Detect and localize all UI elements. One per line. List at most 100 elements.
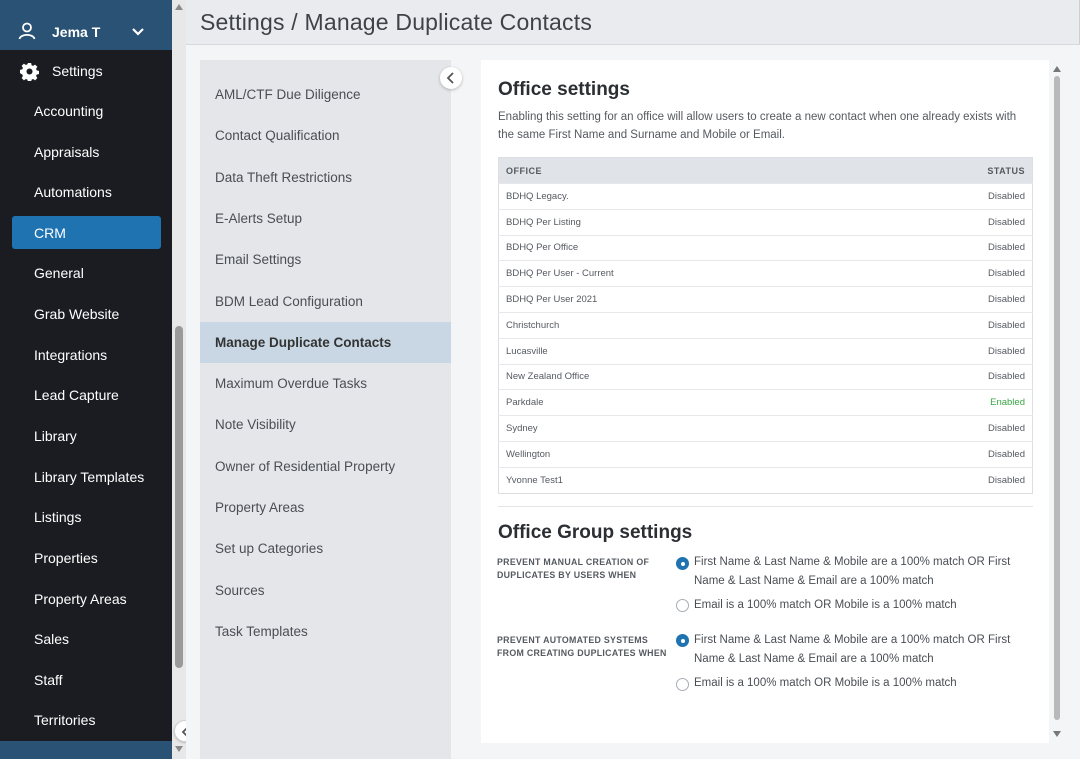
settings-nav-item-owner-of-residential-property[interactable]: Owner of Residential Property [200,446,451,487]
office-name: BDHQ Per Listing [498,208,867,236]
scrollbar-thumb[interactable] [1054,76,1060,720]
office-status[interactable]: Disabled [866,234,1033,261]
scroll-down-icon[interactable] [175,746,183,752]
settings-nav-item-set-up-categories[interactable]: Set up Categories [200,528,451,569]
settings-label: Settings [52,63,103,79]
office-settings-description: Enabling this setting for an office will… [498,111,1017,141]
office-name: BDHQ Per User 2021 [498,286,867,313]
help-center-strip[interactable] [0,741,172,759]
scrollbar-thumb[interactable] [175,326,183,668]
radio-label-automated-option-1: First Name & Last Name & Mobile are a 10… [694,634,1011,665]
sidebar-item-library[interactable]: Library [12,419,161,452]
column-header-status: STATUS [866,157,1033,184]
settings-nav-item-manage-duplicate-contacts[interactable]: Manage Duplicate Contacts [200,321,451,363]
table-row: Lucasville Disabled [498,337,1033,365]
chevron-left-icon [446,72,454,84]
office-group-settings-heading: Office Group settings [498,522,693,543]
settings-nav-item-contact-qualification[interactable]: Contact Qualification [200,115,451,156]
settings-nav-item-property-areas[interactable]: Property Areas [200,487,451,528]
office-status[interactable]: Disabled [866,415,1033,442]
sidebar-item-lead-capture[interactable]: Lead Capture [12,378,161,411]
office-name: Yvonne Test1 [498,466,867,494]
table-row: BDHQ Per User - Current Disabled [498,260,1033,287]
office-name: Parkdale [498,389,867,416]
radio-automated-option-2[interactable] [676,678,689,691]
settings-nav-item-aml-ctf-due-diligence[interactable]: AML/CTF Due Diligence [200,74,451,115]
table-row: New Zealand Office Disabled [498,363,1033,390]
settings-nav-item-sources[interactable]: Sources [200,570,451,611]
office-status[interactable]: Disabled [866,337,1033,365]
sidebar-item-automations[interactable]: Automations [12,175,161,208]
table-row: Parkdale Enabled [498,389,1033,416]
table-row: BDHQ Per Office Disabled [498,234,1033,261]
sidebar: Jema T Settings Accounting Appraisals Auto… [0,0,172,759]
content-scrollbar[interactable] [1052,60,1064,743]
office-name: BDHQ Per Office [498,234,867,261]
office-status[interactable]: Disabled [866,208,1033,236]
sidebar-scrollbar[interactable] [172,0,186,759]
scroll-up-icon[interactable] [175,4,183,10]
office-status[interactable]: Disabled [866,260,1033,287]
settings-nav-item-maximum-overdue-tasks[interactable]: Maximum Overdue Tasks [200,363,451,404]
secondary-nav: AML/CTF Due Diligence Contact Qualificati… [200,60,451,759]
sidebar-item-property-areas[interactable]: Property Areas [12,582,161,615]
settings-nav-item-email-settings[interactable]: Email Settings [200,239,451,280]
settings-nav-item-note-visibility[interactable]: Note Visibility [200,404,451,445]
radio-label-manual-option-1: First Name & Last Name & Mobile are a 10… [694,556,1011,587]
sidebar-item-crm[interactable]: CRM [12,216,161,249]
column-header-office: OFFICE [498,157,867,184]
sidebar-item-appraisals[interactable]: Appraisals [12,135,161,168]
sidebar-item-integrations[interactable]: Integrations [12,338,161,371]
office-table: OFFICE STATUS BDHQ Legacy. Disabled BDHQ P… [498,157,1033,494]
radio-manual-option-2[interactable] [676,599,689,612]
office-status[interactable]: Disabled [866,286,1033,313]
settings-nav-item-data-theft-restrictions[interactable]: Data Theft Restrictions [200,157,451,198]
table-row: BDHQ Per Listing Disabled [498,208,1033,236]
office-settings-heading: Office settings [498,79,630,100]
settings-menu[interactable]: Settings [0,54,172,88]
table-row: BDHQ Legacy. Disabled [498,183,1033,210]
sidebar-item-library-templates[interactable]: Library Templates [12,460,161,493]
office-status[interactable]: Disabled [866,363,1033,390]
collapse-secondary-nav-button[interactable] [440,67,462,89]
content-card: Office settings Enabling this setting fo… [481,60,1049,743]
table-row: Christchurch Disabled [498,311,1033,339]
table-row: Wellington Disabled [498,440,1033,468]
office-name: BDHQ Per User - Current [498,260,867,287]
sidebar-item-listings[interactable]: Listings [12,500,161,533]
sidebar-item-grab-website[interactable]: Grab Website [12,297,161,330]
scroll-up-icon[interactable] [1053,66,1061,72]
scroll-down-icon[interactable] [1053,731,1061,737]
sidebar-item-properties[interactable]: Properties [12,541,161,574]
office-status[interactable]: Enabled [866,389,1033,416]
settings-nav-item-task-templates[interactable]: Task Templates [200,611,451,652]
office-status[interactable]: Disabled [866,440,1033,468]
office-name: New Zealand Office [498,363,867,390]
group-label-manual: PREVENT MANUAL CREATION OF DUPLICATES BY… [497,557,650,580]
user-name: Jema T [52,24,101,40]
radio-label-manual-option-2: Email is a 100% match OR Mobile is a 100… [694,599,957,611]
chevron-down-icon[interactable] [130,24,146,40]
settings-nav-item-e-alerts-setup[interactable]: E-Alerts Setup [200,198,451,239]
office-status[interactable]: Disabled [866,466,1033,494]
sidebar-item-territories[interactable]: Territories [12,703,161,736]
table-row: BDHQ Per User 2021 Disabled [498,286,1033,313]
main-area: Settings / Manage Duplicate Contacts AML… [186,0,1080,759]
sidebar-item-accounting[interactable]: Accounting [12,94,161,127]
group-label-automated: PREVENT AUTOMATED SYSTEMS FROM CREATING … [497,635,667,658]
sidebar-item-staff[interactable]: Staff [12,663,161,696]
table-row: Yvonne Test1 Disabled [498,466,1033,494]
office-name: Christchurch [498,311,867,339]
gear-icon [20,62,39,81]
office-status[interactable]: Disabled [866,311,1033,339]
page-title: Settings / Manage Duplicate Contacts [200,9,593,35]
sidebar-item-general[interactable]: General [12,256,161,289]
sidebar-item-sales[interactable]: Sales [12,622,161,655]
settings-nav-item-bdm-lead-configuration[interactable]: BDM Lead Configuration [200,281,451,322]
user-icon [18,22,36,40]
radio-manual-option-1[interactable] [676,557,689,570]
office-status[interactable]: Disabled [866,183,1033,210]
user-menu[interactable]: Jema T [0,0,172,50]
office-name: Sydney [498,415,867,442]
radio-automated-option-1[interactable] [676,634,689,647]
